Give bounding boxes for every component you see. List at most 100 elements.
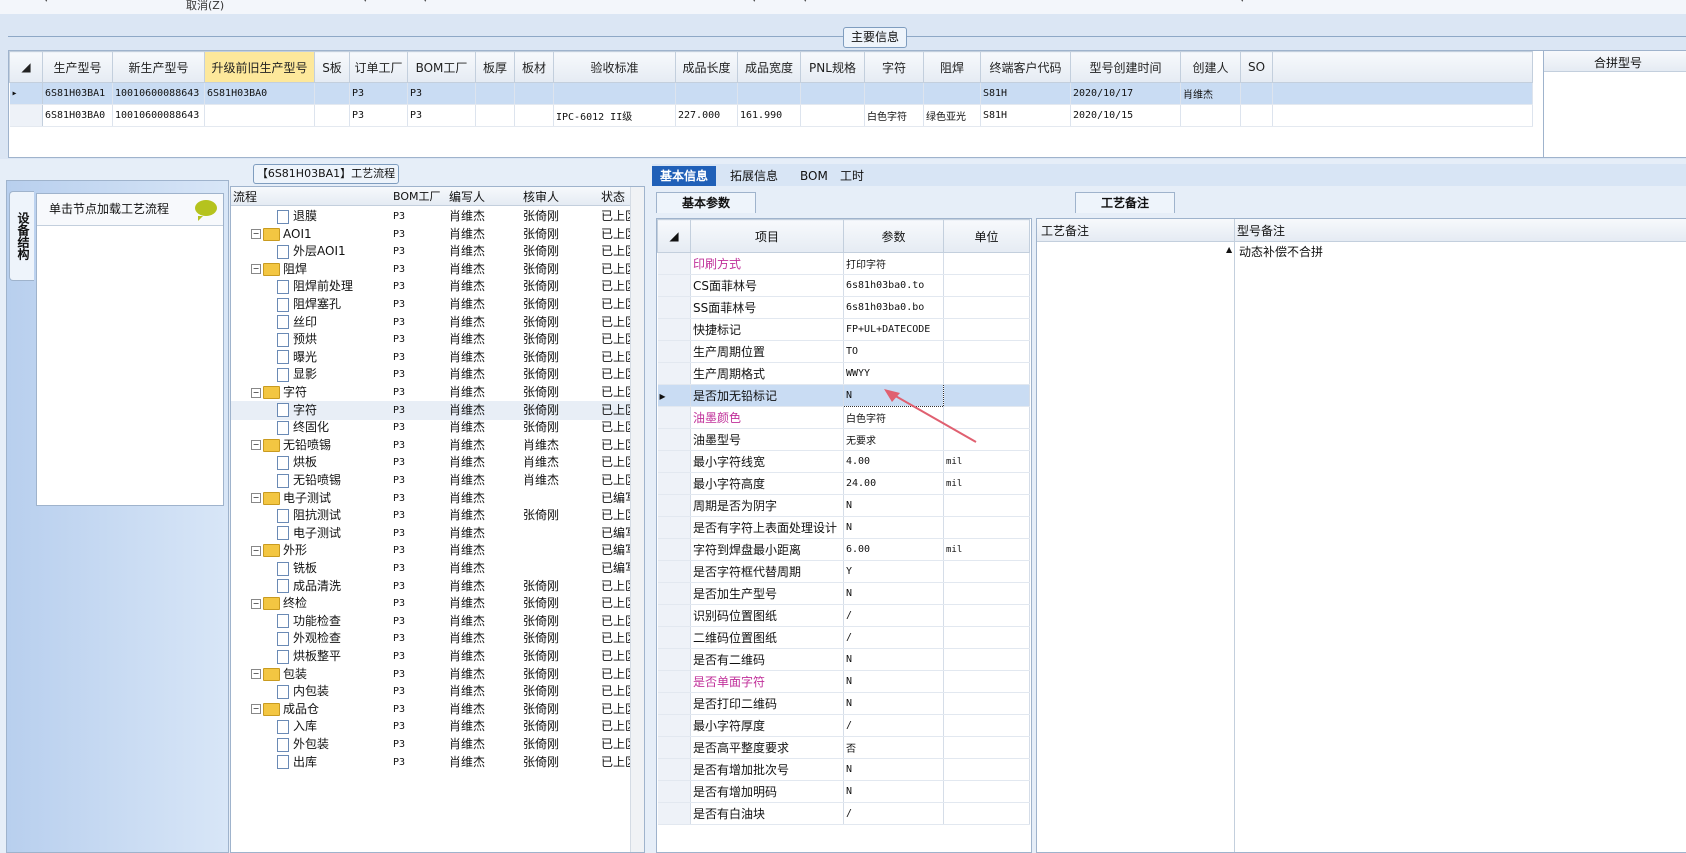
param-row[interactable]: 是否加生产型号 N xyxy=(657,582,1030,605)
param-value[interactable]: N xyxy=(843,582,944,605)
table-cell[interactable]: 绿色亚光 xyxy=(923,104,981,127)
param-row[interactable]: SS面菲林号 6s81h03ba0.bo xyxy=(657,296,1030,319)
table-cell[interactable] xyxy=(1180,104,1241,127)
row-indicator[interactable] xyxy=(9,104,43,127)
table-cell[interactable] xyxy=(1240,104,1273,127)
param-row[interactable]: 最小字符线宽 4.00 mil xyxy=(657,450,1030,473)
table-cell[interactable]: S81H xyxy=(980,82,1071,105)
table-cell[interactable]: 6S81H03BA1 xyxy=(42,82,113,105)
param-value[interactable]: 否 xyxy=(843,736,944,759)
param-value[interactable]: 6.00 xyxy=(843,538,944,561)
table-cell[interactable] xyxy=(514,104,554,127)
table-cell[interactable]: 10010600088643 xyxy=(112,82,205,105)
tree-node[interactable]: − 包装 P3 肖维杰 张倚刚 已上区 xyxy=(231,665,637,684)
param-value[interactable]: 打印字符 xyxy=(843,252,944,275)
tree-node[interactable]: 字符 P3 肖维杰 张倚刚 已上区 xyxy=(231,400,637,420)
collapse-icon[interactable]: − xyxy=(251,669,261,680)
row-indicator[interactable] xyxy=(657,428,691,451)
param-value[interactable]: WWYY xyxy=(843,362,944,385)
column-header[interactable]: 创建人 xyxy=(1180,51,1241,83)
row-indicator[interactable] xyxy=(657,252,691,275)
param-value[interactable]: N xyxy=(843,648,944,671)
row-indicator[interactable] xyxy=(657,516,691,539)
table-cell[interactable]: P3 xyxy=(407,82,476,105)
tree-node[interactable]: − 外形 P3 肖维杰 已编写 xyxy=(231,541,637,560)
table-cell[interactable]: 6S81H03BA0 xyxy=(42,104,113,127)
row-indicator[interactable] xyxy=(657,362,691,385)
column-header[interactable]: 流程 xyxy=(233,188,257,205)
column-header[interactable]: 生产型号 xyxy=(42,51,113,83)
column-header[interactable]: BOM工厂 xyxy=(407,51,476,83)
tree-node[interactable]: 预烘 P3 肖维杰 张倚刚 已上区 xyxy=(231,330,637,349)
column-header[interactable]: 新生产型号 xyxy=(112,51,205,83)
tree-node[interactable]: 入库 P3 肖维杰 张倚刚 已上区 xyxy=(231,717,637,736)
table-row[interactable]: 6S81H03BA0 10010600088643 P3 P3 IPC-6012 II级… xyxy=(9,104,1533,127)
table-cell[interactable]: 10010600088643 xyxy=(112,104,205,127)
column-header[interactable]: S板 xyxy=(314,51,350,83)
table-cell[interactable]: 肖维杰 xyxy=(1180,82,1241,105)
row-indicator[interactable] xyxy=(657,802,691,825)
param-row[interactable]: 是否有二维码 N xyxy=(657,648,1030,671)
column-header[interactable]: 核审人 xyxy=(523,188,559,205)
row-indicator[interactable] xyxy=(657,736,691,759)
row-indicator[interactable] xyxy=(657,560,691,583)
column-header[interactable]: 板厚 xyxy=(475,51,515,83)
column-header[interactable]: 项目 xyxy=(690,219,844,253)
collapse-icon[interactable]: − xyxy=(251,387,261,398)
param-value[interactable]: Y xyxy=(843,560,944,583)
param-row[interactable]: 是否有增加批次号 N xyxy=(657,758,1030,781)
table-cell[interactable] xyxy=(314,82,350,105)
tree-node[interactable]: − 成品仓 P3 肖维杰 张倚刚 已上区 xyxy=(231,700,637,719)
tree-node[interactable]: − 字符 P3 肖维杰 张倚刚 已上区 xyxy=(231,383,637,402)
table-row[interactable]: ▸ 6S81H03BA1 10010600088643 6S81H03BA0 P3 P3 S… xyxy=(9,82,1533,105)
column-header[interactable]: 升级前旧生产型号 xyxy=(204,51,315,83)
param-value[interactable]: / xyxy=(843,802,944,825)
tree-node[interactable]: 外层AOI1 P3 肖维杰 张倚刚 已上区 xyxy=(231,242,637,261)
tab-basic-info[interactable]: 基本信息 xyxy=(652,166,717,186)
table-cell[interactable]: 2020/10/15 xyxy=(1070,104,1181,127)
row-indicator[interactable] xyxy=(657,318,691,341)
param-row[interactable]: 快捷标记 FP+UL+DATECODE xyxy=(657,318,1030,341)
param-row[interactable]: 是否单面字符 N xyxy=(657,670,1030,693)
param-row[interactable]: 是否有增加明码 N xyxy=(657,780,1030,803)
column-header[interactable]: 字符 xyxy=(864,51,924,83)
param-value[interactable]: 24.00 xyxy=(843,472,944,495)
column-header[interactable]: 参数 xyxy=(843,219,944,253)
tree-node[interactable]: 曝光 P3 肖维杰 张倚刚 已上区 xyxy=(231,348,637,367)
param-row[interactable]: 二维码位置图纸 / xyxy=(657,626,1030,649)
cancel-button[interactable]: 取消(Z) xyxy=(186,0,224,13)
table-cell[interactable] xyxy=(923,82,981,105)
row-indicator[interactable] xyxy=(657,604,691,627)
collapse-icon[interactable]: − xyxy=(251,545,261,556)
row-indicator[interactable] xyxy=(657,714,691,737)
row-indicator[interactable] xyxy=(657,626,691,649)
table-cell[interactable] xyxy=(737,82,801,105)
table-cell[interactable]: 6S81H03BA0 xyxy=(204,82,315,105)
param-value[interactable]: N xyxy=(843,780,944,803)
column-header[interactable]: 型号备注 xyxy=(1237,222,1285,239)
row-indicator[interactable] xyxy=(657,670,691,693)
column-header[interactable]: 订单工厂 xyxy=(349,51,408,83)
tab-extended-info[interactable]: 拓展信息 xyxy=(722,166,786,186)
param-row[interactable]: 是否打印二维码 N xyxy=(657,692,1030,715)
collapse-icon[interactable]: − xyxy=(251,704,261,715)
tree-node[interactable]: 退膜 P3 肖维杰 张倚刚 已上区 xyxy=(231,207,637,226)
tree-node[interactable]: 阻抗测试 P3 肖维杰 张倚刚 已上区 xyxy=(231,506,637,525)
table-cell[interactable] xyxy=(514,82,554,105)
row-indicator[interactable] xyxy=(657,274,691,297)
param-row[interactable]: 识别码位置图纸 / xyxy=(657,604,1030,627)
collapse-icon[interactable]: − xyxy=(251,598,261,609)
table-cell[interactable]: 2020/10/17 xyxy=(1070,82,1181,105)
param-value[interactable]: / xyxy=(843,714,944,737)
tree-node[interactable]: − 终检 P3 肖维杰 张倚刚 已上区 xyxy=(231,594,637,613)
param-value[interactable]: N xyxy=(843,516,944,539)
table-cell[interactable]: P3 xyxy=(407,104,476,127)
collapse-arrow-icon[interactable]: ▲ xyxy=(1226,245,1232,254)
tree-node[interactable]: 终固化 P3 肖维杰 张倚刚 已上区 xyxy=(231,418,637,437)
tree-node[interactable]: 烘板 P3 肖维杰 肖维杰 已上区 xyxy=(231,453,637,472)
column-header[interactable]: 编写人 xyxy=(449,188,485,205)
tree-node[interactable]: − 阻焊 P3 肖维杰 张倚刚 已上区 xyxy=(231,260,637,279)
row-indicator[interactable]: ▸ xyxy=(9,82,43,105)
column-header[interactable]: 工艺备注 xyxy=(1041,222,1089,239)
tree-node[interactable]: 阻焊前处理 P3 肖维杰 张倚刚 已上区 xyxy=(231,277,637,296)
